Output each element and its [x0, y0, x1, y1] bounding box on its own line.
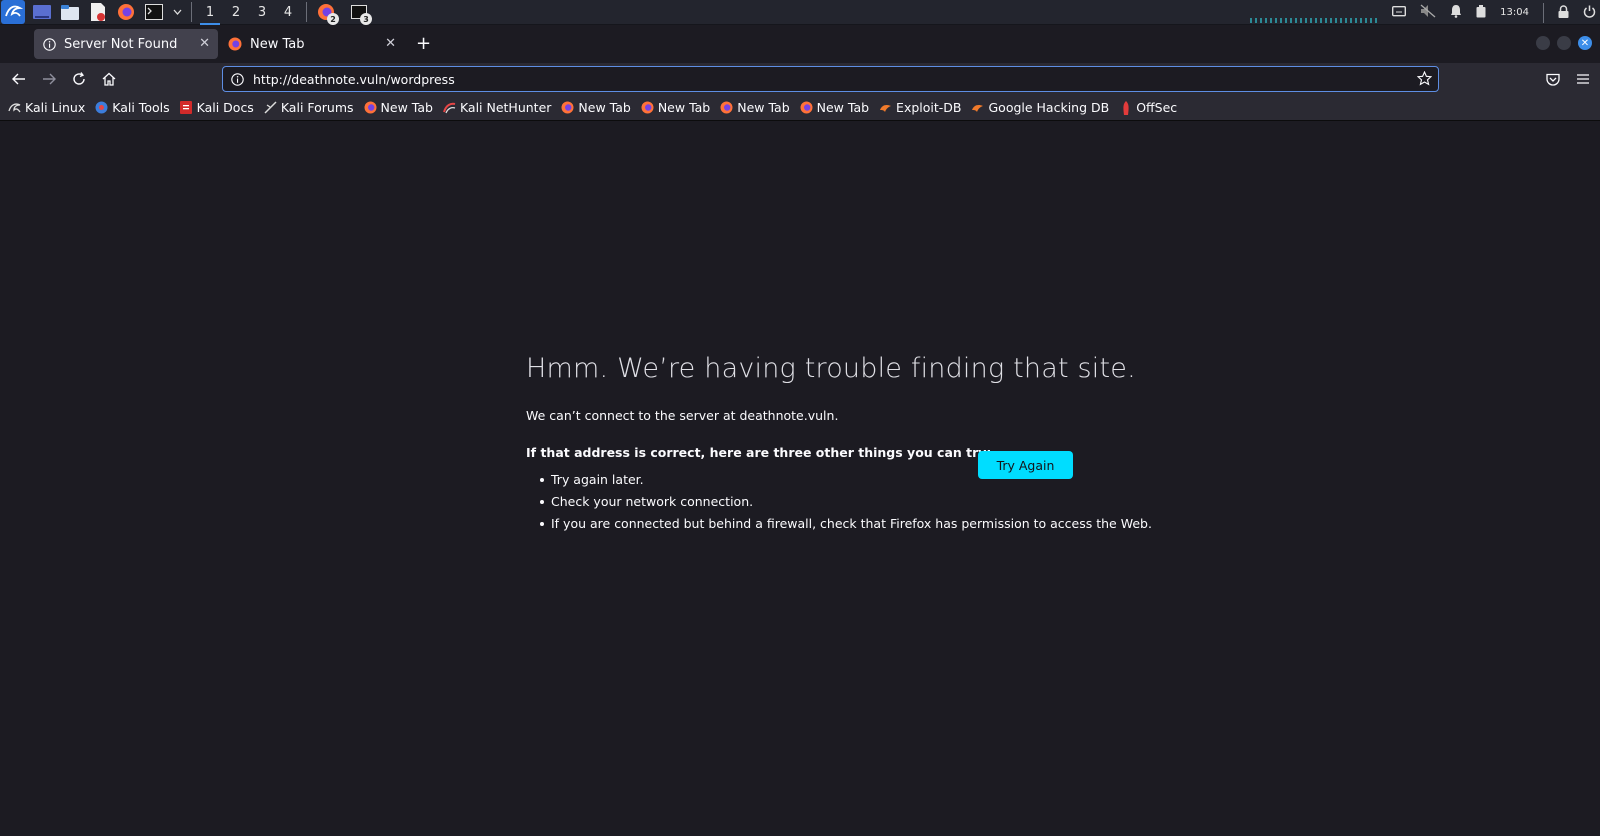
error-description: We can’t connect to the server at deathn…: [526, 408, 839, 423]
text-editor-icon[interactable]: [87, 1, 109, 23]
bookmark-google-hacking-db[interactable]: Google Hacking DB: [971, 100, 1109, 115]
bookmark-label: Kali Docs: [196, 100, 254, 115]
menu-hamburger-button[interactable]: [1572, 69, 1594, 89]
bookmark-label: New Tab: [380, 100, 433, 115]
chevron-down-icon[interactable]: [171, 1, 183, 23]
battery-icon[interactable]: [1476, 3, 1486, 22]
network-graph: [1250, 18, 1380, 23]
workspace-2[interactable]: 2: [223, 0, 249, 25]
task-firefox-icon[interactable]: 2: [315, 1, 339, 25]
bookmark-label: Kali NetHunter: [459, 100, 552, 115]
lock-screen-icon[interactable]: [1558, 3, 1569, 22]
display-icon[interactable]: [1392, 3, 1407, 22]
task-count-badge: 3: [360, 13, 372, 25]
bookmark-offsec[interactable]: OffSec: [1119, 100, 1177, 115]
tab-strip: Server Not Found ✕ New Tab ✕ + ✕: [0, 25, 1600, 63]
panel-separator: [306, 2, 307, 22]
tab-server-not-found[interactable]: Server Not Found ✕: [34, 29, 218, 59]
bookmark-kali-nethunter[interactable]: Kali NetHunter: [442, 100, 552, 115]
nethunter-icon: [442, 101, 456, 114]
panel-separator: [191, 2, 192, 22]
tab-new-tab[interactable]: New Tab ✕: [220, 29, 404, 59]
panel-separator: [1543, 2, 1544, 23]
url-input[interactable]: [253, 71, 1373, 87]
exploit-db-icon: [879, 101, 892, 114]
tab-title: New Tab: [250, 36, 305, 52]
info-icon: [42, 37, 56, 51]
try-again-button[interactable]: Try Again: [978, 451, 1073, 479]
error-container: Hmm. We’re having trouble finding that s…: [526, 353, 1152, 538]
close-icon[interactable]: ✕: [385, 36, 396, 51]
kali-menu-icon[interactable]: [1, 0, 25, 24]
workspace-4[interactable]: 4: [275, 0, 301, 25]
panel-clock[interactable]: 13:04: [1500, 7, 1529, 18]
error-title: Hmm. We’re having trouble finding that s…: [526, 353, 1136, 384]
kali-docs-icon: [180, 101, 193, 114]
firefox-icon: [800, 101, 813, 114]
task-count-badge: 2: [327, 13, 339, 25]
task-terminal-icon[interactable]: 3: [348, 1, 372, 25]
bookmark-star-icon[interactable]: [1416, 70, 1433, 90]
offsec-icon: [1119, 100, 1132, 115]
home-button[interactable]: [98, 69, 120, 89]
bookmark-label: New Tab: [737, 100, 790, 115]
bookmark-label: New Tab: [578, 100, 631, 115]
bookmark-exploit-db[interactable]: Exploit-DB: [879, 100, 961, 115]
bookmark-new-tab[interactable]: New Tab: [364, 100, 433, 115]
show-desktop-icon[interactable]: [31, 1, 53, 23]
list-item: If you are connected but behind a firewa…: [540, 516, 1152, 531]
page-content: Hmm. We’re having trouble finding that s…: [0, 121, 1600, 836]
firefox-icon: [720, 101, 733, 114]
bookmark-kali-docs[interactable]: Kali Docs: [180, 100, 254, 115]
bookmark-new-tab[interactable]: New Tab: [800, 100, 869, 115]
bookmark-label: OffSec: [1136, 100, 1178, 115]
site-info-icon[interactable]: [229, 71, 245, 87]
bookmark-label: Kali Forums: [280, 100, 354, 115]
ghdb-icon: [971, 101, 984, 114]
notification-bell-icon[interactable]: [1450, 3, 1462, 22]
firefox-icon: [228, 37, 242, 51]
firefox-icon: [561, 101, 574, 114]
minimize-button[interactable]: [1536, 36, 1550, 50]
navigation-toolbar: [0, 63, 1600, 95]
url-bar[interactable]: [222, 66, 1439, 92]
bookmark-label: New Tab: [816, 100, 870, 115]
kali-dragon-icon: [8, 101, 21, 114]
workspace-1[interactable]: 1: [197, 0, 223, 25]
maximize-button[interactable]: [1557, 36, 1571, 50]
pocket-button[interactable]: [1542, 69, 1564, 89]
firefox-icon: [364, 101, 377, 114]
reload-button[interactable]: [68, 69, 90, 89]
forward-button[interactable]: [38, 69, 60, 89]
volume-muted-icon[interactable]: [1420, 3, 1436, 22]
terminal-icon[interactable]: [143, 1, 165, 23]
bookmark-label: Exploit-DB: [896, 100, 962, 115]
file-manager-icon[interactable]: [59, 1, 81, 23]
desktop-panel: 1 2 3 4 2 3 13:04: [0, 0, 1600, 25]
bookmark-new-tab[interactable]: New Tab: [561, 100, 631, 115]
bookmark-label: Google Hacking DB: [988, 100, 1110, 115]
bookmark-kali-tools[interactable]: Kali Tools: [95, 100, 170, 115]
bookmark-new-tab[interactable]: New Tab: [641, 100, 710, 115]
kali-forums-icon: [264, 101, 277, 114]
list-item: Check your network connection.: [540, 494, 1076, 509]
bookmark-new-tab[interactable]: New Tab: [720, 100, 790, 115]
firefox-launcher-icon[interactable]: [115, 1, 137, 23]
new-tab-button[interactable]: +: [416, 33, 431, 54]
workspace-3[interactable]: 3: [249, 0, 275, 25]
tab-title: Server Not Found: [64, 36, 178, 52]
back-button[interactable]: [8, 69, 30, 89]
bookmark-kali-forums[interactable]: Kali Forums: [264, 100, 354, 115]
firefox-icon: [641, 101, 654, 114]
bookmark-label: Kali Tools: [112, 100, 170, 115]
error-suggestions-list: Try again later. Check your network conn…: [526, 472, 1152, 531]
close-icon[interactable]: ✕: [199, 36, 210, 51]
bookmarks-toolbar: Kali Linux Kali Tools Kali Docs Kali For…: [0, 95, 1600, 121]
close-window-button[interactable]: ✕: [1578, 36, 1592, 50]
bookmark-label: New Tab: [657, 100, 711, 115]
power-icon[interactable]: [1583, 3, 1596, 22]
kali-tools-icon: [95, 101, 108, 114]
bookmark-label: Kali Linux: [25, 100, 86, 115]
bookmark-kali-linux[interactable]: Kali Linux: [8, 100, 85, 115]
